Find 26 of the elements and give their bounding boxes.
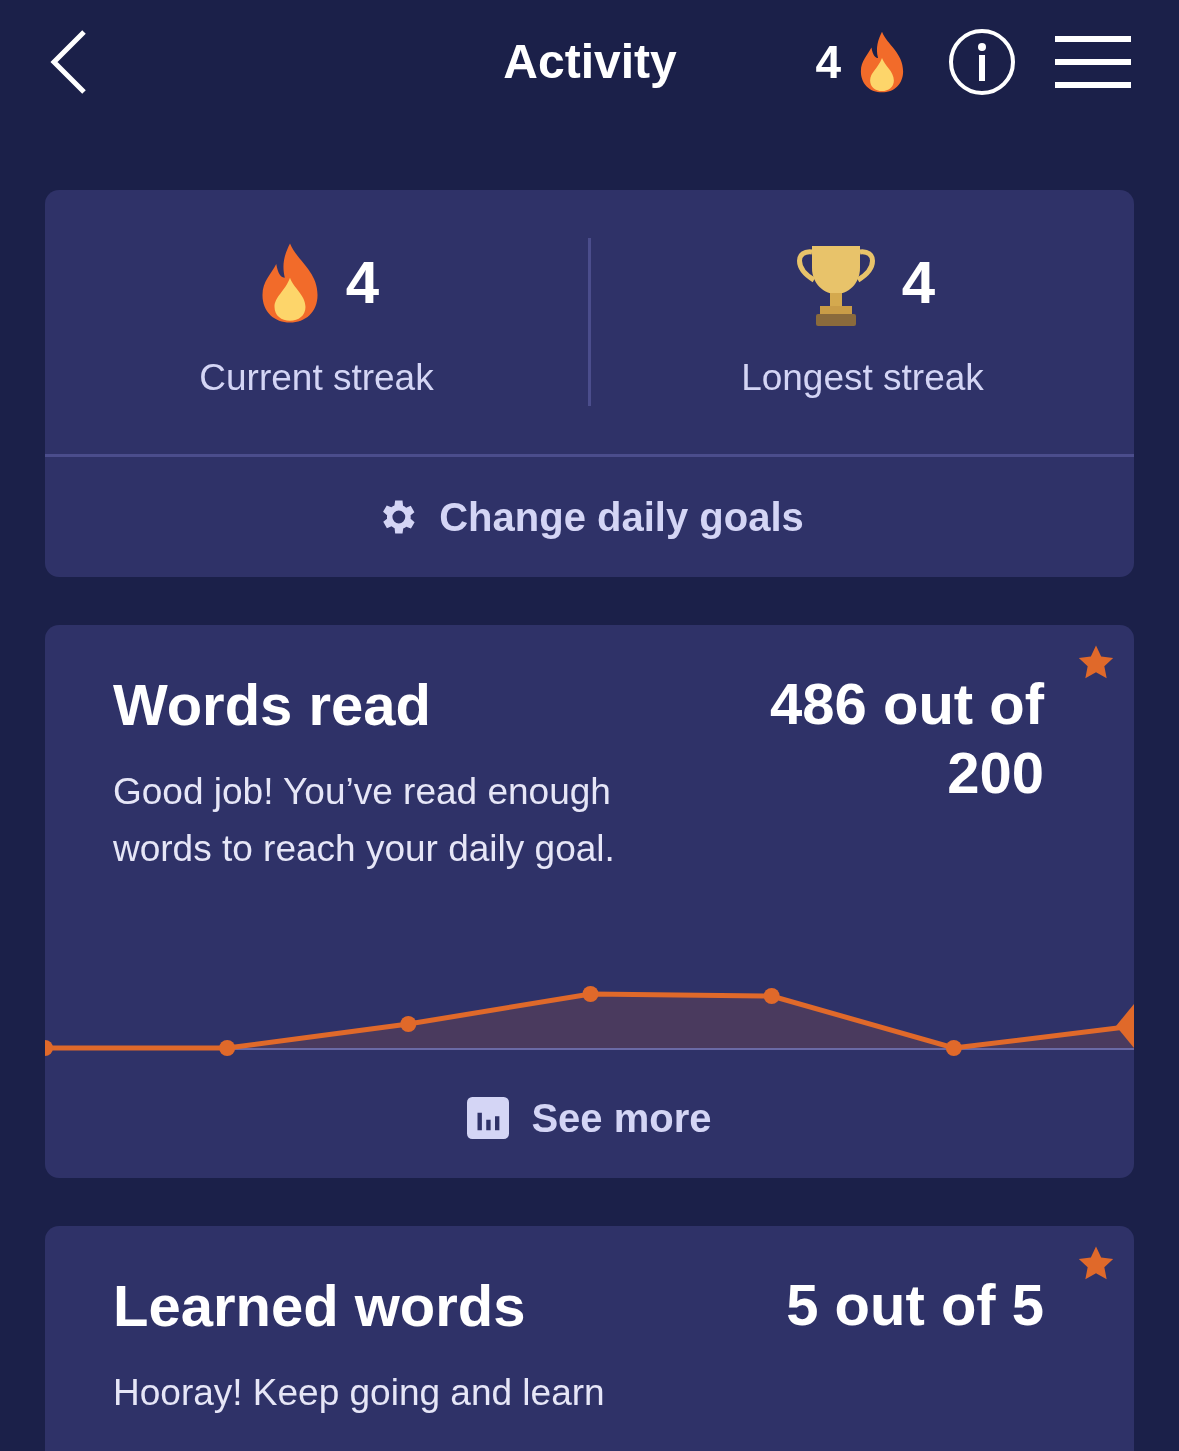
goal-description: Good job! You’ve read enough words to reach your daily goal. [113,770,616,872]
streak-value: 4 [901,248,936,318]
chart-point [582,985,599,1002]
chart-point [400,1015,417,1032]
goal-description: Hooray! Keep going and learn [113,1371,606,1416]
chart-point [219,1039,236,1056]
goal-value: 5 out of 5 [785,1270,1044,1339]
menu-button[interactable] [1055,36,1131,88]
streak-value: 4 [345,248,380,318]
streak-label: Current streak [199,356,434,400]
chart-point [763,987,780,1004]
page-title: Activity [502,34,678,90]
chart-point [945,1039,962,1056]
bar-chart-icon [467,1096,510,1139]
goal-value: 486 out of 200 [769,669,1044,808]
goal-title: Words read [113,670,432,739]
streak-count: 4 [815,34,841,90]
streak-label: Longest streak [741,356,984,400]
info-icon [977,43,987,81]
see-more-button[interactable]: See more [467,1087,712,1148]
chart-point [45,1039,53,1056]
info-button[interactable] [949,29,1015,95]
goal-title: Learned words [113,1271,527,1340]
chart-point [1116,1003,1134,1048]
change-goals-button[interactable]: Change daily goals [375,486,804,547]
back-icon [48,29,88,95]
